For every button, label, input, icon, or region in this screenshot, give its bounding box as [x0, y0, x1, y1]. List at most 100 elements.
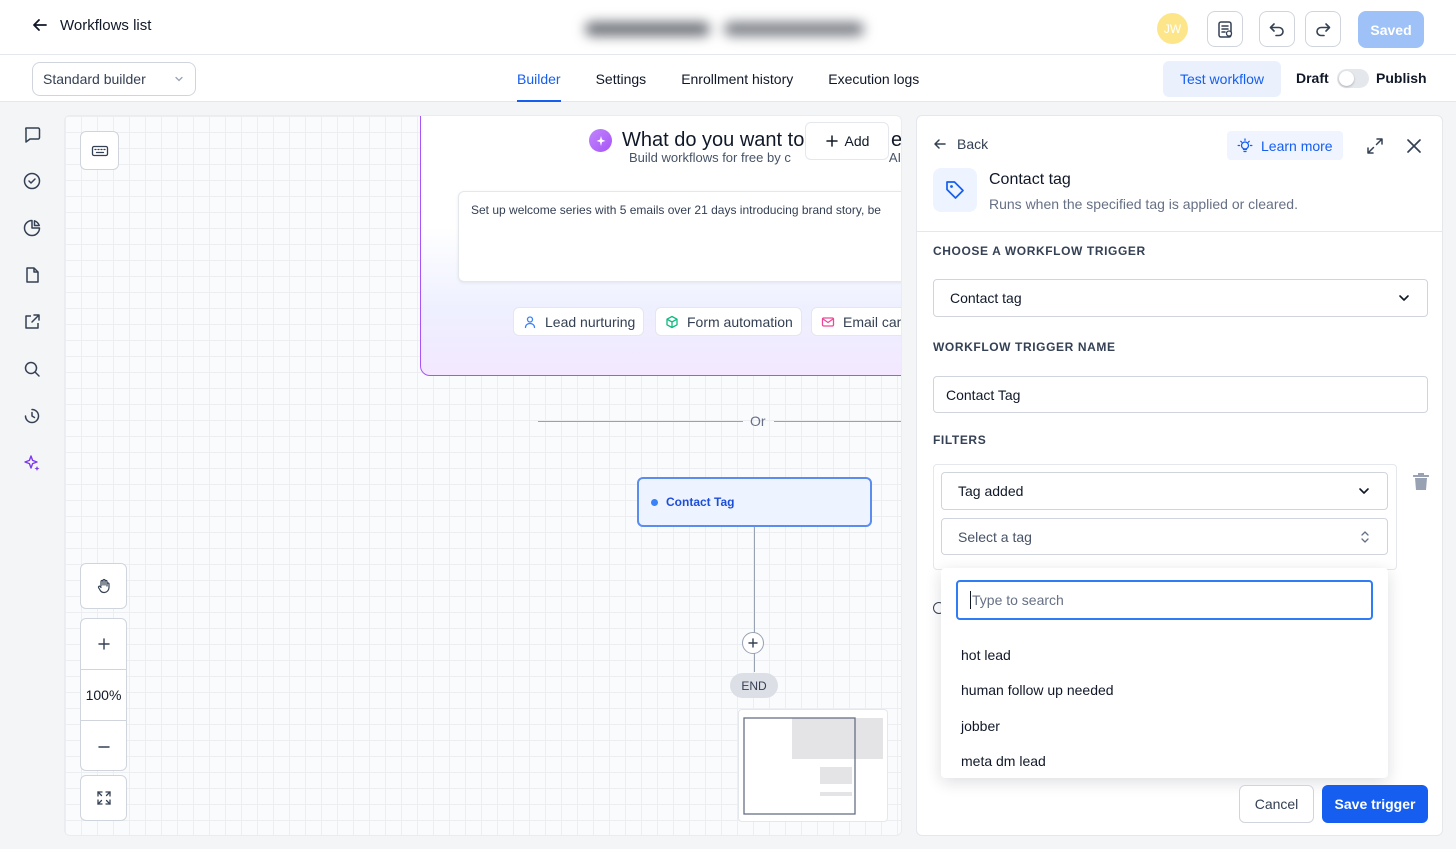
search-icon[interactable]: [21, 358, 43, 380]
zoom-out-button[interactable]: [81, 721, 126, 772]
panel-back-button[interactable]: Back: [933, 136, 988, 152]
workflow-tabs: Builder Settings Enrollment history Exec…: [517, 55, 954, 102]
pan-tool-button[interactable]: [80, 563, 127, 609]
chevron-down-icon: [173, 73, 185, 85]
trigger-config-panel: Back Learn more Contact tag Runs when th…: [916, 115, 1443, 836]
save-trigger-button[interactable]: Save trigger: [1322, 785, 1428, 823]
close-panel-button[interactable]: [1403, 135, 1425, 157]
pie-chart-icon[interactable]: [21, 217, 43, 239]
tab-execution-logs[interactable]: Execution logs: [828, 55, 919, 102]
ai-add-button[interactable]: Add: [805, 122, 889, 160]
add-step-button[interactable]: [742, 632, 764, 654]
chip-label: Lead nurturing: [545, 313, 636, 330]
back-link-label: Workflows list: [60, 16, 152, 34]
back-to-workflows-link[interactable]: Workflows list: [30, 15, 151, 35]
ai-subtitle-start: Build workflows for free by c: [629, 150, 791, 165]
tab-settings[interactable]: Settings: [596, 55, 647, 102]
workflow-title-redacted: [585, 14, 870, 44]
tag-select[interactable]: Select a tag: [941, 518, 1388, 555]
notes-button[interactable]: [1207, 11, 1243, 47]
trigger-node-contact-tag[interactable]: Contact Tag: [637, 477, 872, 527]
tag-search-input[interactable]: Type to search: [956, 580, 1373, 620]
mail-icon: [821, 315, 835, 329]
ai-builder-title: What do you want to: [589, 129, 804, 152]
external-link-icon[interactable]: [21, 311, 43, 333]
or-divider-right: [774, 421, 901, 422]
tag-option[interactable]: meta dm lead: [961, 753, 1046, 769]
learn-more-label: Learn more: [1261, 137, 1333, 154]
arrow-left-icon: [30, 15, 50, 35]
filters-label: FILTERS: [933, 433, 987, 447]
hand-icon: [96, 578, 112, 594]
zoom-in-button[interactable]: [81, 619, 126, 670]
tab-builder[interactable]: Builder: [517, 55, 561, 102]
publish-toggle[interactable]: [1337, 69, 1369, 88]
clipboard-icon: [1215, 19, 1235, 39]
expand-panel-button[interactable]: [1364, 135, 1386, 157]
check-circle-icon[interactable]: [21, 170, 43, 192]
history-icon[interactable]: [21, 405, 43, 427]
ai-builder-card: What do you want to e? Build workflows f…: [420, 116, 902, 376]
publish-label: Publish: [1376, 70, 1427, 86]
ai-subtitle-end: AI: [888, 150, 902, 165]
left-rail: [0, 102, 62, 849]
redo-button[interactable]: [1305, 11, 1341, 47]
keyboard-icon: [91, 142, 109, 160]
cancel-button[interactable]: Cancel: [1239, 785, 1314, 823]
lightbulb-icon: [1237, 137, 1253, 154]
user-icon: [523, 315, 537, 329]
panel-divider: [917, 231, 1442, 232]
top-bar: Workflows list JW Saved: [0, 0, 1456, 55]
end-node: END: [730, 673, 778, 698]
chip-form-automation[interactable]: Form automation: [655, 307, 802, 336]
ai-prompt-input[interactable]: Set up welcome series with 5 emails over…: [458, 191, 901, 282]
delete-filter-button[interactable]: [1412, 471, 1430, 491]
ai-heading-tail: e?: [891, 129, 902, 151]
builder-mode-select[interactable]: Standard builder: [32, 62, 196, 96]
sparkle-icon[interactable]: [21, 452, 43, 474]
arrow-left-icon: [933, 137, 947, 151]
plus-icon: [825, 134, 839, 148]
tag-icon: [933, 168, 977, 212]
trigger-title: Contact tag: [989, 171, 1071, 188]
chip-email-campaign[interactable]: Email cam: [811, 307, 901, 336]
zoom-controls: 100%: [80, 618, 127, 771]
expand-icon: [1366, 137, 1384, 155]
fit-view-button[interactable]: [80, 775, 127, 821]
keyboard-shortcuts-button[interactable]: [80, 131, 119, 170]
tag-select-placeholder: Select a tag: [958, 528, 1032, 545]
chevron-down-icon: [1397, 291, 1411, 305]
tag-option[interactable]: hot lead: [961, 647, 1011, 663]
ai-sparkle-icon: [589, 129, 612, 152]
node-status-dot: [651, 498, 658, 506]
chat-icon[interactable]: [21, 123, 43, 145]
avatar[interactable]: JW: [1157, 13, 1188, 44]
tag-option[interactable]: jobber: [961, 718, 1000, 734]
workflow-canvas[interactable]: What do you want to e? Build workflows f…: [64, 115, 902, 836]
ai-add-label: Add: [844, 133, 870, 149]
close-icon: [1406, 138, 1422, 154]
ai-builder-heading: What do you want to: [622, 129, 805, 151]
zoom-level: 100%: [81, 670, 126, 721]
plus-icon: [748, 638, 758, 648]
plus-icon: [97, 638, 110, 650]
trigger-name-input[interactable]: Contact Tag: [933, 376, 1428, 413]
minus-icon: [97, 745, 110, 748]
tab-enrollment-history[interactable]: Enrollment history: [681, 55, 793, 102]
trigger-type-value: Contact tag: [950, 290, 1022, 306]
builder-mode-value: Standard builder: [43, 71, 146, 87]
undo-button[interactable]: [1259, 11, 1295, 47]
chip-lead-nurturing[interactable]: Lead nurturing: [513, 307, 645, 336]
saved-button[interactable]: Saved: [1358, 11, 1424, 48]
trigger-type-select[interactable]: Contact tag: [933, 279, 1428, 317]
trigger-description: Runs when the specified tag is applied o…: [989, 196, 1298, 212]
filter-type-select[interactable]: Tag added: [941, 472, 1388, 510]
canvas-minimap[interactable]: [738, 709, 888, 822]
tag-option[interactable]: human follow up needed: [961, 682, 1114, 698]
file-icon[interactable]: [21, 264, 43, 286]
chevron-down-icon: [1357, 484, 1371, 498]
fullscreen-icon: [96, 790, 112, 806]
trash-icon: [1412, 471, 1430, 491]
test-workflow-button[interactable]: Test workflow: [1163, 61, 1281, 97]
learn-more-button[interactable]: Learn more: [1227, 131, 1343, 160]
